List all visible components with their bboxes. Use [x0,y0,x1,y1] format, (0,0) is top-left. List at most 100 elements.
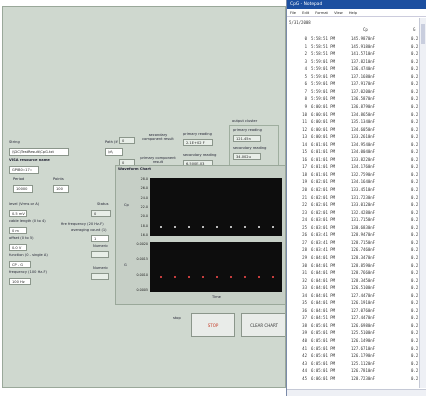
row-time: 6:00:01 PM [311,119,336,125]
primary-reading-label: primary reading [183,132,212,136]
waveform-chart-panel: Waveform Chart Cp G 28.0 26.0 24.0 22.0 20.0… [115,165,285,305]
cp-point [202,226,204,228]
row-time: 6:01:01 PM [311,149,336,155]
data-row: 33 6:04:01 PM 126.5100nF 0.2 [287,285,421,292]
g-tick-label: 0.0020 [136,242,148,246]
menu-format[interactable]: Format [315,11,328,15]
offset-input[interactable]: 0.0 V [9,244,27,251]
g-plot-area [150,242,282,292]
points-input[interactable]: 100 [53,185,69,193]
row-time: 6:03:41 PM [311,239,336,245]
row-cp: 125.5100nF [351,330,376,336]
string-input[interactable]: \\DC\TestResult\CpG.txt [9,148,69,156]
scroll-thumb[interactable] [421,24,425,44]
menu-edit[interactable]: Edit [302,11,309,15]
row-g: 0.2 [411,285,419,291]
g-point [244,276,246,278]
data-row: 43 6:05:01 PM 125.1120nF 0.2 [287,361,421,368]
row-g: 0.2 [411,149,419,155]
data-row: 7 5:59:01 PM 137.0200nF 0.2 [287,89,421,96]
secondary-component-label: secondary component result [142,133,174,141]
row-cp: 127.6710nF [351,345,376,351]
level-input[interactable]: 0.5 mV [9,210,27,217]
notepad-horizontal-scrollbar[interactable] [287,389,426,396]
period-input[interactable]: 10000 [13,185,33,193]
row-cp: 128.7230nF [351,375,376,381]
row-index: 37 [302,315,307,321]
row-time: 5:59:01 PM [311,73,336,79]
averaging-input[interactable]: 1 [91,235,109,242]
menu-view[interactable]: View [334,11,343,15]
offset-label: offset (0 to 5) [9,236,34,240]
row-index: 43 [302,360,307,366]
g-axis-label: G [124,263,127,267]
row-index: 16 [302,156,307,162]
stop-small-label: stop [173,316,181,320]
row-cp: 133.0120nF [351,202,376,208]
cable-label: cable length (0 to 4) [9,219,46,223]
cp-point [174,226,176,228]
row-index: 10 [302,111,307,117]
row-index: 31 [302,270,307,276]
level-label: level (Vrms or A) [9,202,40,206]
data-row: 18 6:01:01 PM 132.7590nF 0.2 [287,172,421,179]
g-point [160,276,162,278]
data-row: 28 6:03:41 PM 126.7460nF 0.2 [287,247,421,254]
cable-input[interactable]: 0 m [9,227,27,234]
row-time: 6:04:01 PM [311,270,336,276]
data-row: 38 6:05:01 PM 126.6980nF 0.2 [287,323,421,330]
row-index: 1 [304,43,307,49]
frequency-input[interactable]: 100 Hz [9,278,31,285]
row-index: 44 [302,368,307,374]
function-select[interactable]: CP - G [9,261,31,268]
data-row: 29 6:04:01 PM 128.3470nF 0.2 [287,255,421,262]
row-time: 6:01:01 PM [311,156,336,162]
data-row: 40 6:05:01 PM 126.1490nF 0.2 [287,338,421,345]
row-g: 0.2 [411,360,419,366]
secondary-reading-label: secondary reading [183,153,217,157]
row-time: 5:59:01 PM [311,88,336,94]
row-cp: 128.7150nF [351,239,376,245]
menu-help[interactable]: Help [349,11,357,15]
numeric2-indicator [91,273,109,280]
row-index: 35 [302,300,307,306]
numeric-indicator [91,251,109,258]
x-axis-label: Time [212,295,221,299]
row-g: 0.2 [411,277,419,283]
menu-file[interactable]: File [290,11,296,15]
row-g: 0.2 [411,171,419,177]
stop-button[interactable]: STOP [191,313,235,337]
row-g: 0.2 [411,368,419,374]
data-row: 42 6:05:01 PM 126.1790nF 0.2 [287,353,421,360]
oc-primary-label: primary reading [233,128,262,132]
row-index: 26 [302,232,307,238]
data-row: 11 6:00:01 PM 135.1340nF 0.2 [287,119,421,126]
row-index: 20 [302,187,307,192]
data-row: 20 6:02:01 PM 133.4510nF 0.2 [287,187,421,194]
data-row: 2 5:58:51 PM 141.5710nF 0.2 [287,51,421,58]
primary-component-label: primary component result [140,156,176,164]
visa-select[interactable]: GPIB0::17:: [9,166,39,174]
row-g: 0.2 [411,375,419,381]
status-label: Status [97,202,109,206]
row-g: 0.2 [411,202,419,208]
row-index: 38 [302,322,307,328]
row-g: 0.2 [411,247,419,253]
notepad-vertical-scrollbar[interactable] [419,18,426,388]
g-point [216,276,218,278]
data-row: 19 6:02:01 PM 134.1640nF 0.2 [287,179,421,186]
path-input[interactable]: \d\ [105,148,123,156]
row-cp: 137.0200nF [351,88,376,94]
cp-axis-label: Cp [124,203,129,207]
data-row: 41 6:05:01 PM 127.6710nF 0.2 [287,346,421,353]
notepad-text-area[interactable]: 5/31/2008 Cp G 0 5:58:51 PM 145.9870nF 0.2 1… [287,18,421,390]
period-label: Period [13,177,25,181]
row-index: 7 [304,88,307,94]
row-time: 6:03:01 PM [311,217,336,223]
g-point [230,276,232,278]
row-index: 22 [302,202,307,208]
row-cp: 131.7230nF [351,194,376,200]
row-cp: 126.5100nF [351,285,376,291]
clear-chart-button[interactable]: CLEAR CHART [241,313,285,337]
labview-front-panel: String \\DC\TestResult\CpG.txt Path (if … [2,6,286,388]
